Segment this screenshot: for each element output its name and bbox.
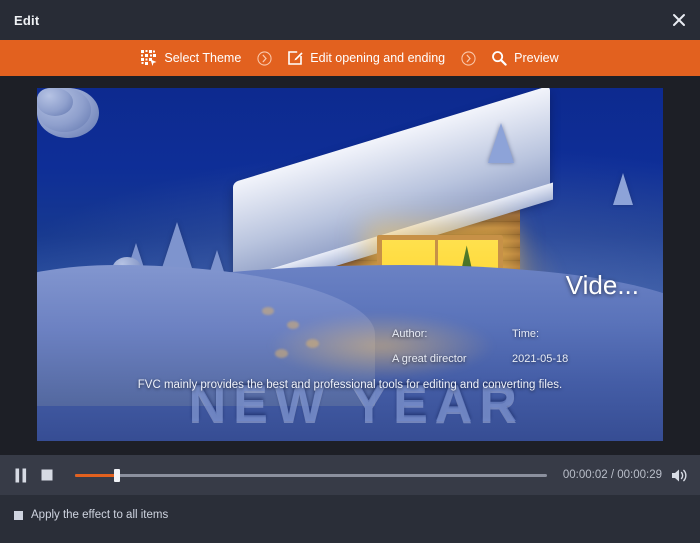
- stop-icon[interactable]: [39, 467, 55, 483]
- player-controls: 00:00:02 / 00:00:29: [0, 455, 700, 495]
- edit-dialog: Edit Select Theme Edit opening and endin…: [0, 0, 700, 543]
- progress-slider[interactable]: [75, 467, 547, 483]
- toolbar-step-label: Edit opening and ending: [310, 51, 446, 65]
- close-icon[interactable]: [666, 8, 692, 32]
- toolbar-step-select-theme[interactable]: Select Theme: [135, 40, 247, 76]
- theme-grid-icon: [141, 50, 157, 66]
- overlay-title: Vide...: [565, 270, 639, 300]
- volume-icon[interactable]: [670, 466, 688, 484]
- progress-track: [75, 474, 547, 477]
- pine-tree: [612, 172, 633, 205]
- overlay-description: FVC mainly provides the best and profess…: [137, 379, 563, 391]
- author-value: A great director: [392, 353, 467, 365]
- title-bar: Edit: [0, 0, 700, 40]
- search-icon: [492, 51, 507, 66]
- progress-thumb[interactable]: [114, 469, 121, 482]
- pencil-square-icon: [288, 51, 303, 65]
- time-value: 2021-05-18: [512, 353, 569, 365]
- author-label: Author:: [392, 328, 428, 340]
- toolbar-step-preview[interactable]: Preview: [485, 40, 564, 76]
- apply-to-all-checkbox[interactable]: Apply the effect to all items: [14, 509, 168, 521]
- chevron-right-circle-icon: [451, 40, 485, 76]
- toolbar-step-edit-opening-ending[interactable]: Edit opening and ending: [281, 40, 451, 76]
- page-title: Edit: [14, 12, 40, 28]
- time-label: Time:: [512, 328, 540, 340]
- chevron-right-circle-icon: [247, 40, 281, 76]
- toolbar-step-label: Preview: [514, 51, 559, 65]
- checkbox-indicator[interactable]: [14, 510, 23, 520]
- overlay-metadata: Author: Time: A great director 2021-05-1…: [392, 328, 642, 365]
- pine-tree: [162, 222, 193, 269]
- footprint: [306, 338, 320, 348]
- pine-tree: [487, 123, 514, 164]
- toolbar-step-label: Select Theme: [164, 51, 242, 65]
- timecode: 00:00:02 / 00:00:29: [562, 469, 662, 481]
- footer-bar: Apply the effect to all items Previous S…: [0, 495, 700, 543]
- preview-stage: NEW YEAR Vide... Author: Time: A great d…: [0, 76, 700, 455]
- step-toolbar: Select Theme Edit opening and ending Pre…: [0, 40, 700, 76]
- apply-to-all-label: Apply the effect to all items: [31, 509, 169, 521]
- video-preview[interactable]: NEW YEAR Vide... Author: Time: A great d…: [37, 88, 663, 441]
- progress-fill: [75, 474, 118, 477]
- pause-icon[interactable]: [12, 466, 30, 484]
